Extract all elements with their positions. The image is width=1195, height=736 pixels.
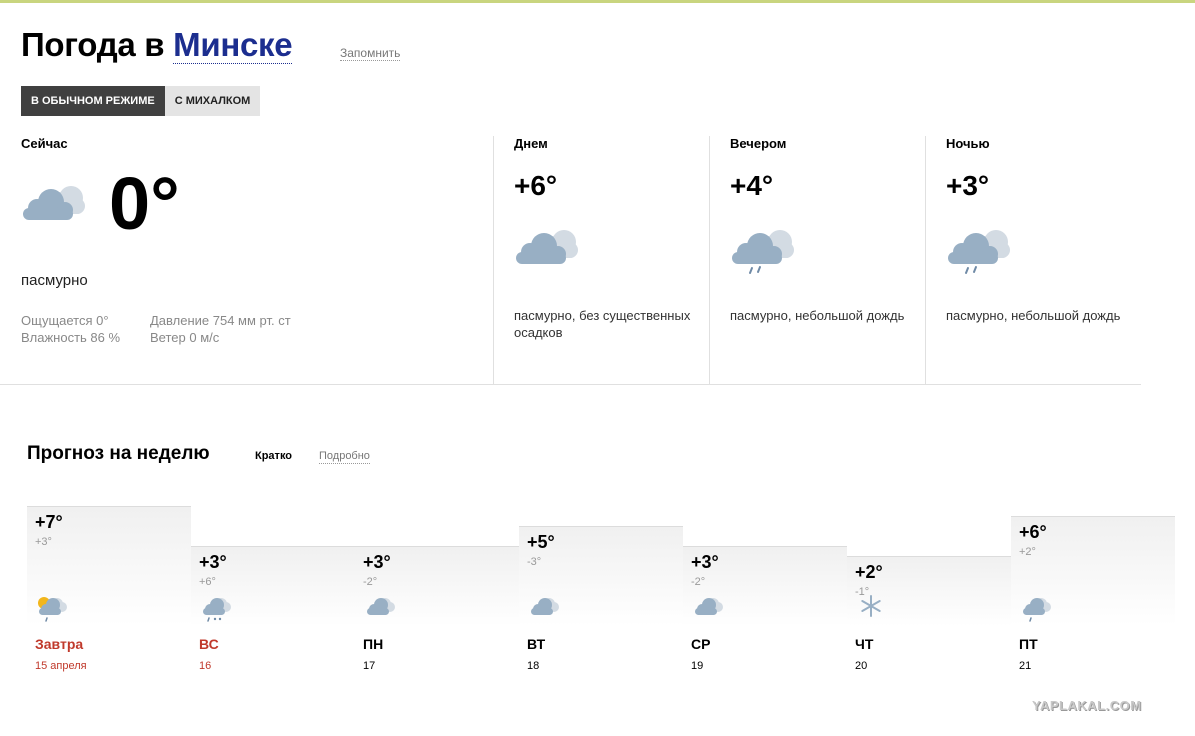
day-name: ЧТ <box>855 636 874 652</box>
forecast-day-monday[interactable]: +3° -2° ПН 17 <box>355 476 519 706</box>
day-low-temp: +3° <box>35 536 52 548</box>
day-low-temp: +2° <box>1019 546 1036 558</box>
day-date: 16 <box>199 660 212 672</box>
day-date: 21 <box>1019 660 1032 672</box>
light-rain-icon <box>1019 594 1053 627</box>
now-label: Сейчас <box>21 136 68 151</box>
day-date: 15 апреля <box>35 660 87 672</box>
humidity: Влажность 86 % <box>21 330 121 345</box>
daypart-condition: пасмурно, без существенных осадков <box>514 308 691 340</box>
daypart-condition: пасмурно, небольшой дождь <box>730 308 905 323</box>
day-high-temp: +7° <box>35 512 63 532</box>
forecast-day-tomorrow[interactable]: +7° +3° Завтра 15 апреля <box>27 476 191 706</box>
overcast-cloud-icon <box>21 184 85 229</box>
day-date: 18 <box>527 660 540 672</box>
overcast-cloud-icon <box>527 594 561 627</box>
snow-rain-icon <box>199 594 233 627</box>
day-name: СР <box>691 636 711 652</box>
light-rain-icon <box>946 228 1010 281</box>
day-high-temp: +6° <box>1019 522 1047 542</box>
day-date: 20 <box>855 660 868 672</box>
day-name: Завтра <box>35 636 84 652</box>
current-weather: Сейчас 0° пасмурно Ощущается 0° Влажност… <box>0 136 493 384</box>
overcast-cloud-icon <box>691 594 725 627</box>
week-forecast-title: Прогноз на неделю <box>27 443 210 464</box>
light-rain-icon <box>730 228 794 281</box>
daypart-evening: Вечером +4° пасмурно, небольшой дождь <box>709 136 925 384</box>
day-name: ПН <box>363 636 384 652</box>
day-high-temp: +3° <box>363 552 391 572</box>
forecast-day-tuesday[interactable]: +5° -3° ВТ 18 <box>519 476 683 706</box>
overcast-cloud-icon <box>363 594 397 627</box>
day-low-temp: +6° <box>199 576 216 588</box>
feels-like: Ощущается 0° <box>21 313 109 328</box>
day-high-temp: +3° <box>199 552 227 572</box>
day-date: 19 <box>691 660 704 672</box>
mode-mikhalkov-button[interactable]: С МИХАЛКОМ <box>164 86 261 116</box>
forecast-day-thursday[interactable]: +2° -1° ЧТ 20 <box>847 476 1011 706</box>
watermark: YAPLAKAL.COM <box>1032 698 1142 713</box>
day-high-temp: +2° <box>855 562 883 582</box>
day-name: ПТ <box>1019 636 1038 652</box>
pressure: Давление 754 мм рт. ст <box>150 313 291 328</box>
day-low-temp: -2° <box>363 576 378 588</box>
day-low-temp: -2° <box>691 576 706 588</box>
view-detailed-link[interactable]: Подробно <box>319 450 370 464</box>
daypart-label: Ночью <box>946 136 990 151</box>
forecast-day-friday[interactable]: +6° +2° ПТ 21 <box>1011 476 1175 706</box>
view-short-tab[interactable]: Кратко <box>255 450 292 462</box>
day-date: 17 <box>363 660 376 672</box>
snowflake-icon <box>859 594 883 623</box>
forecast-day-wednesday[interactable]: +3° -2° СР 19 <box>683 476 847 706</box>
title-prefix: Погода в <box>21 26 165 63</box>
day-name: ВС <box>199 636 219 652</box>
daypart-day: Днем +6° пасмурно, без существенных осад… <box>493 136 709 384</box>
daypart-temperature: +6° <box>514 170 558 201</box>
partly-sunny-rain-icon <box>35 594 69 627</box>
wind: Ветер 0 м/с <box>150 330 220 345</box>
city-link[interactable]: Минске <box>173 26 293 64</box>
current-temperature: 0° <box>109 162 180 245</box>
section-divider <box>0 384 1141 385</box>
top-accent-line <box>0 0 1195 3</box>
remember-city-link[interactable]: Запомнить <box>340 46 401 61</box>
mode-normal-button[interactable]: В ОБЫЧНОМ РЕЖИМЕ <box>21 86 165 116</box>
current-condition: пасмурно <box>21 272 88 289</box>
day-high-temp: +3° <box>691 552 719 572</box>
overcast-cloud-icon <box>514 228 578 273</box>
day-name: ВТ <box>527 636 546 652</box>
daypart-condition: пасмурно, небольшой дождь <box>946 308 1121 323</box>
daypart-night: Ночью +3° пасмурно, небольшой дождь <box>925 136 1141 384</box>
mode-switcher: В ОБЫЧНОМ РЕЖИМЕ С МИХАЛКОМ <box>21 86 261 116</box>
daypart-label: Днем <box>514 136 548 151</box>
forecast-day-sunday[interactable]: +3° +6° ВС 16 <box>191 476 355 706</box>
day-high-temp: +5° <box>527 532 555 552</box>
daypart-temperature: +3° <box>946 170 990 201</box>
page-title: Погода в Минске <box>21 26 293 64</box>
daypart-label: Вечером <box>730 136 787 151</box>
day-low-temp: -3° <box>527 556 542 568</box>
daypart-temperature: +4° <box>730 170 774 201</box>
